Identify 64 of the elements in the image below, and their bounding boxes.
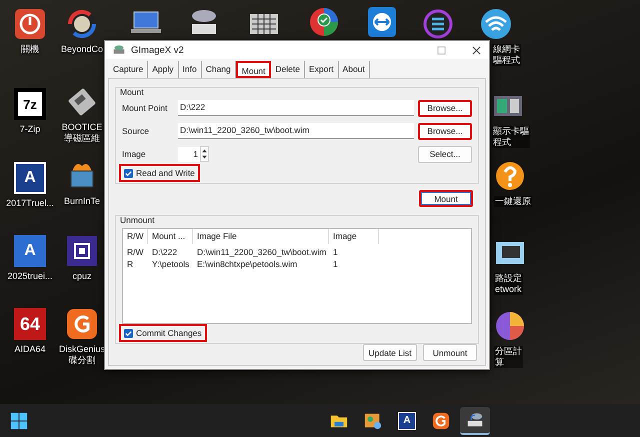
arrows-app-icon[interactable]: [366, 6, 398, 38]
check-circle-icon[interactable]: [308, 6, 340, 38]
desktop-icon-label: DiskGenius 碟分割: [58, 344, 106, 366]
dialog-button[interactable]: Update List: [363, 344, 417, 361]
column-header[interactable]: R/W: [123, 229, 148, 244]
disk-app-icon[interactable]: [432, 412, 450, 430]
chip-icon[interactable]: [66, 235, 98, 267]
wifi-icon[interactable]: [480, 8, 512, 40]
letter-app-icon[interactable]: A: [14, 235, 46, 267]
field-label: Mount Point: [122, 103, 168, 113]
list-cell-text: R/W: [126, 247, 145, 257]
desktop-icon-label: BurnInTe: [62, 196, 102, 207]
list-cell-text: D:\222: [151, 247, 178, 257]
list-cell-text: D:\win11_2200_3260_tw\boot.wim: [196, 247, 328, 257]
start-icon[interactable]: [10, 412, 28, 430]
archive-app-icon[interactable]: 7z: [14, 88, 46, 120]
desktop-icon-label: cpuz: [71, 271, 92, 282]
drive-app-icon[interactable]: [466, 410, 484, 428]
input-field[interactable]: D:\win11_2200_3260_tw\boot.wim: [178, 123, 414, 139]
group-title: Unmount: [120, 215, 154, 225]
list-cell-text: 1: [332, 247, 339, 257]
list-cell-text: E:\win8chtxpe\petools.wim: [196, 259, 298, 269]
mount-button[interactable]: Mount: [419, 190, 473, 207]
desktop-icon-label: 7-Zip: [18, 124, 42, 135]
question-icon[interactable]: [494, 160, 526, 192]
column-header[interactable]: Image File: [193, 229, 329, 244]
commit-changes-checkbox[interactable]: Commit Changes: [122, 327, 204, 339]
column-header[interactable]: Mount ...: [148, 229, 193, 244]
group-title: Mount: [120, 87, 144, 97]
letter-app-icon[interactable]: A: [14, 162, 46, 194]
tab[interactable]: Mount: [236, 61, 272, 78]
desktop-icon-label: BOOTICE 導磁區維: [60, 122, 104, 144]
dialog-button[interactable]: Unmount: [423, 344, 477, 361]
pie-icon[interactable]: [494, 310, 526, 342]
paint-app-icon[interactable]: [364, 412, 382, 430]
window-title: GImageX v2: [131, 44, 185, 56]
number-app-icon[interactable]: 64: [14, 308, 46, 340]
desktop-icon-label: 分區計 算: [494, 346, 523, 368]
taskbar-active-item[interactable]: [460, 406, 490, 434]
field-button[interactable]: Browse...: [418, 122, 472, 140]
drive-app-icon: [113, 44, 125, 56]
close-button[interactable]: [472, 46, 481, 54]
power-icon[interactable]: [14, 8, 46, 40]
spinner-arrows-icon[interactable]: [200, 146, 209, 162]
spin-field[interactable]: 1: [178, 146, 200, 162]
list-cell-text: 1: [332, 259, 339, 269]
desktop-icon-label: 2017Truel...: [5, 198, 55, 209]
disk-app-icon[interactable]: [66, 308, 98, 340]
field-label: Source: [122, 126, 150, 136]
disc-icon[interactable]: [66, 8, 98, 40]
list-cell-text: Y:\petools: [151, 259, 190, 269]
field-label: Image: [122, 149, 147, 159]
desktop-icon-label: 關機: [20, 44, 40, 55]
input-field[interactable]: D:\222: [178, 100, 414, 116]
column-header[interactable]: Image: [329, 229, 379, 244]
read-write-checkbox[interactable]: Read and Write: [122, 167, 197, 179]
field-button[interactable]: Select...: [418, 146, 472, 162]
letter-app-icon[interactable]: A: [398, 412, 416, 430]
list-cell-text: R: [126, 259, 134, 269]
ring-app-icon[interactable]: [422, 8, 454, 40]
desktop-icon-label: BeyondCo: [60, 44, 104, 55]
desktop-icon-label: 2025truei...: [6, 271, 54, 282]
field-button[interactable]: Browse...: [418, 100, 472, 116]
desktop-icon-label: AIDA64: [13, 344, 47, 355]
